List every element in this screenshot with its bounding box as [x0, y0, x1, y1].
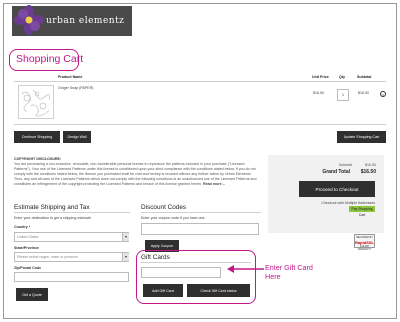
- zip-input[interactable]: [14, 272, 129, 282]
- column-header-subtotal: Subtotal: [357, 75, 372, 79]
- shipping-hint: Enter your destination to get a shipping…: [14, 216, 92, 220]
- qty-input[interactable]: 1: [337, 89, 349, 101]
- proceed-to-checkout-button[interactable]: Proceed to Checkout: [299, 181, 375, 197]
- copyright-text: You are purchasing a non-exclusive, revo…: [14, 162, 260, 187]
- country-select[interactable]: United States: [14, 232, 129, 242]
- paypal-button[interactable]: Pay Shopping Cart: [349, 206, 375, 217]
- copyright-title: COPYRIGHT DISCLOSURE:: [14, 157, 62, 161]
- seal-top-text: SECURED BY: [356, 236, 373, 239]
- product-name[interactable]: Ginger Snap (PAPER): [58, 86, 94, 90]
- region-select[interactable]: Please select region, state or province: [14, 252, 129, 262]
- product-thumbnail[interactable]: [18, 85, 54, 119]
- flower-logo-icon: [14, 5, 44, 35]
- discount-hint: Enter your coupon code if you have one.: [141, 216, 206, 220]
- table-header-rule: [14, 81, 386, 82]
- pattern-swirl-icon: [21, 89, 51, 117]
- table-bottom-rule: [14, 124, 386, 125]
- subtotal-label: Subtotal: [338, 163, 352, 167]
- get-quote-button[interactable]: Get a Quote: [16, 288, 48, 301]
- discount-title-rule: [141, 212, 261, 213]
- region-chevron-down-icon[interactable]: ▾: [122, 253, 129, 261]
- zip-label: Zip/Postal Code: [14, 266, 42, 270]
- seal-bottom-text: $10,000 WARRANTY: [357, 245, 372, 251]
- gift-card-section-title: Gift Cards: [141, 254, 170, 261]
- design-wall-button[interactable]: Design Wall: [63, 131, 91, 143]
- read-more-link[interactable]: Read more…: [203, 182, 225, 186]
- country-label: Country *: [14, 225, 31, 229]
- country-select-value: United States: [17, 235, 39, 239]
- subtotal-value: $16.50: [365, 163, 376, 167]
- shipping-section-title: Estimate Shipping and Tax: [14, 204, 90, 211]
- annotation-line-1: Enter Gift Card: [265, 263, 313, 272]
- discount-section-title: Discount Codes: [141, 204, 187, 211]
- remove-item-icon[interactable]: ×: [380, 91, 386, 97]
- country-chevron-down-icon[interactable]: ▾: [122, 233, 129, 241]
- continue-shopping-button[interactable]: Continue Shopping: [14, 131, 60, 143]
- region-label: State/Province: [14, 246, 39, 250]
- column-header-qty: Qty: [339, 75, 345, 79]
- check-gift-card-status-button[interactable]: Check Gift Card status: [187, 284, 250, 297]
- annotation-text: Enter Gift Card Here: [265, 263, 313, 281]
- multi-address-checkout-link[interactable]: Checkout with Multiple Addresses: [283, 201, 375, 205]
- add-gift-card-button[interactable]: Add Gift Card: [143, 284, 183, 297]
- shipping-title-rule: [14, 212, 130, 213]
- page-title: Shopping Cart: [16, 53, 84, 65]
- unit-price: $16.50: [313, 91, 324, 95]
- rapidssl-seal[interactable]: SECURED BY RapidSSL $10,000 WARRANTY: [354, 234, 375, 251]
- site-logo[interactable]: urban elementz: [12, 5, 132, 36]
- annotation-line-2: Here: [265, 272, 281, 281]
- grand-total-label: Grand Total: [322, 169, 350, 175]
- gift-card-code-input[interactable]: [141, 267, 221, 278]
- grand-total-value: $16.50: [360, 169, 376, 175]
- row-subtotal: $16.50: [358, 91, 369, 95]
- logo-text: urban elementz: [46, 16, 125, 26]
- annotation-arrow-icon: [227, 265, 264, 273]
- region-select-value: Please select region, state or province: [17, 255, 78, 259]
- coupon-code-input[interactable]: [141, 223, 259, 235]
- column-header-product: Product Name: [58, 75, 83, 79]
- column-header-unit-price: Unit Price: [312, 75, 329, 79]
- update-cart-button[interactable]: Update Shopping Cart: [337, 131, 386, 143]
